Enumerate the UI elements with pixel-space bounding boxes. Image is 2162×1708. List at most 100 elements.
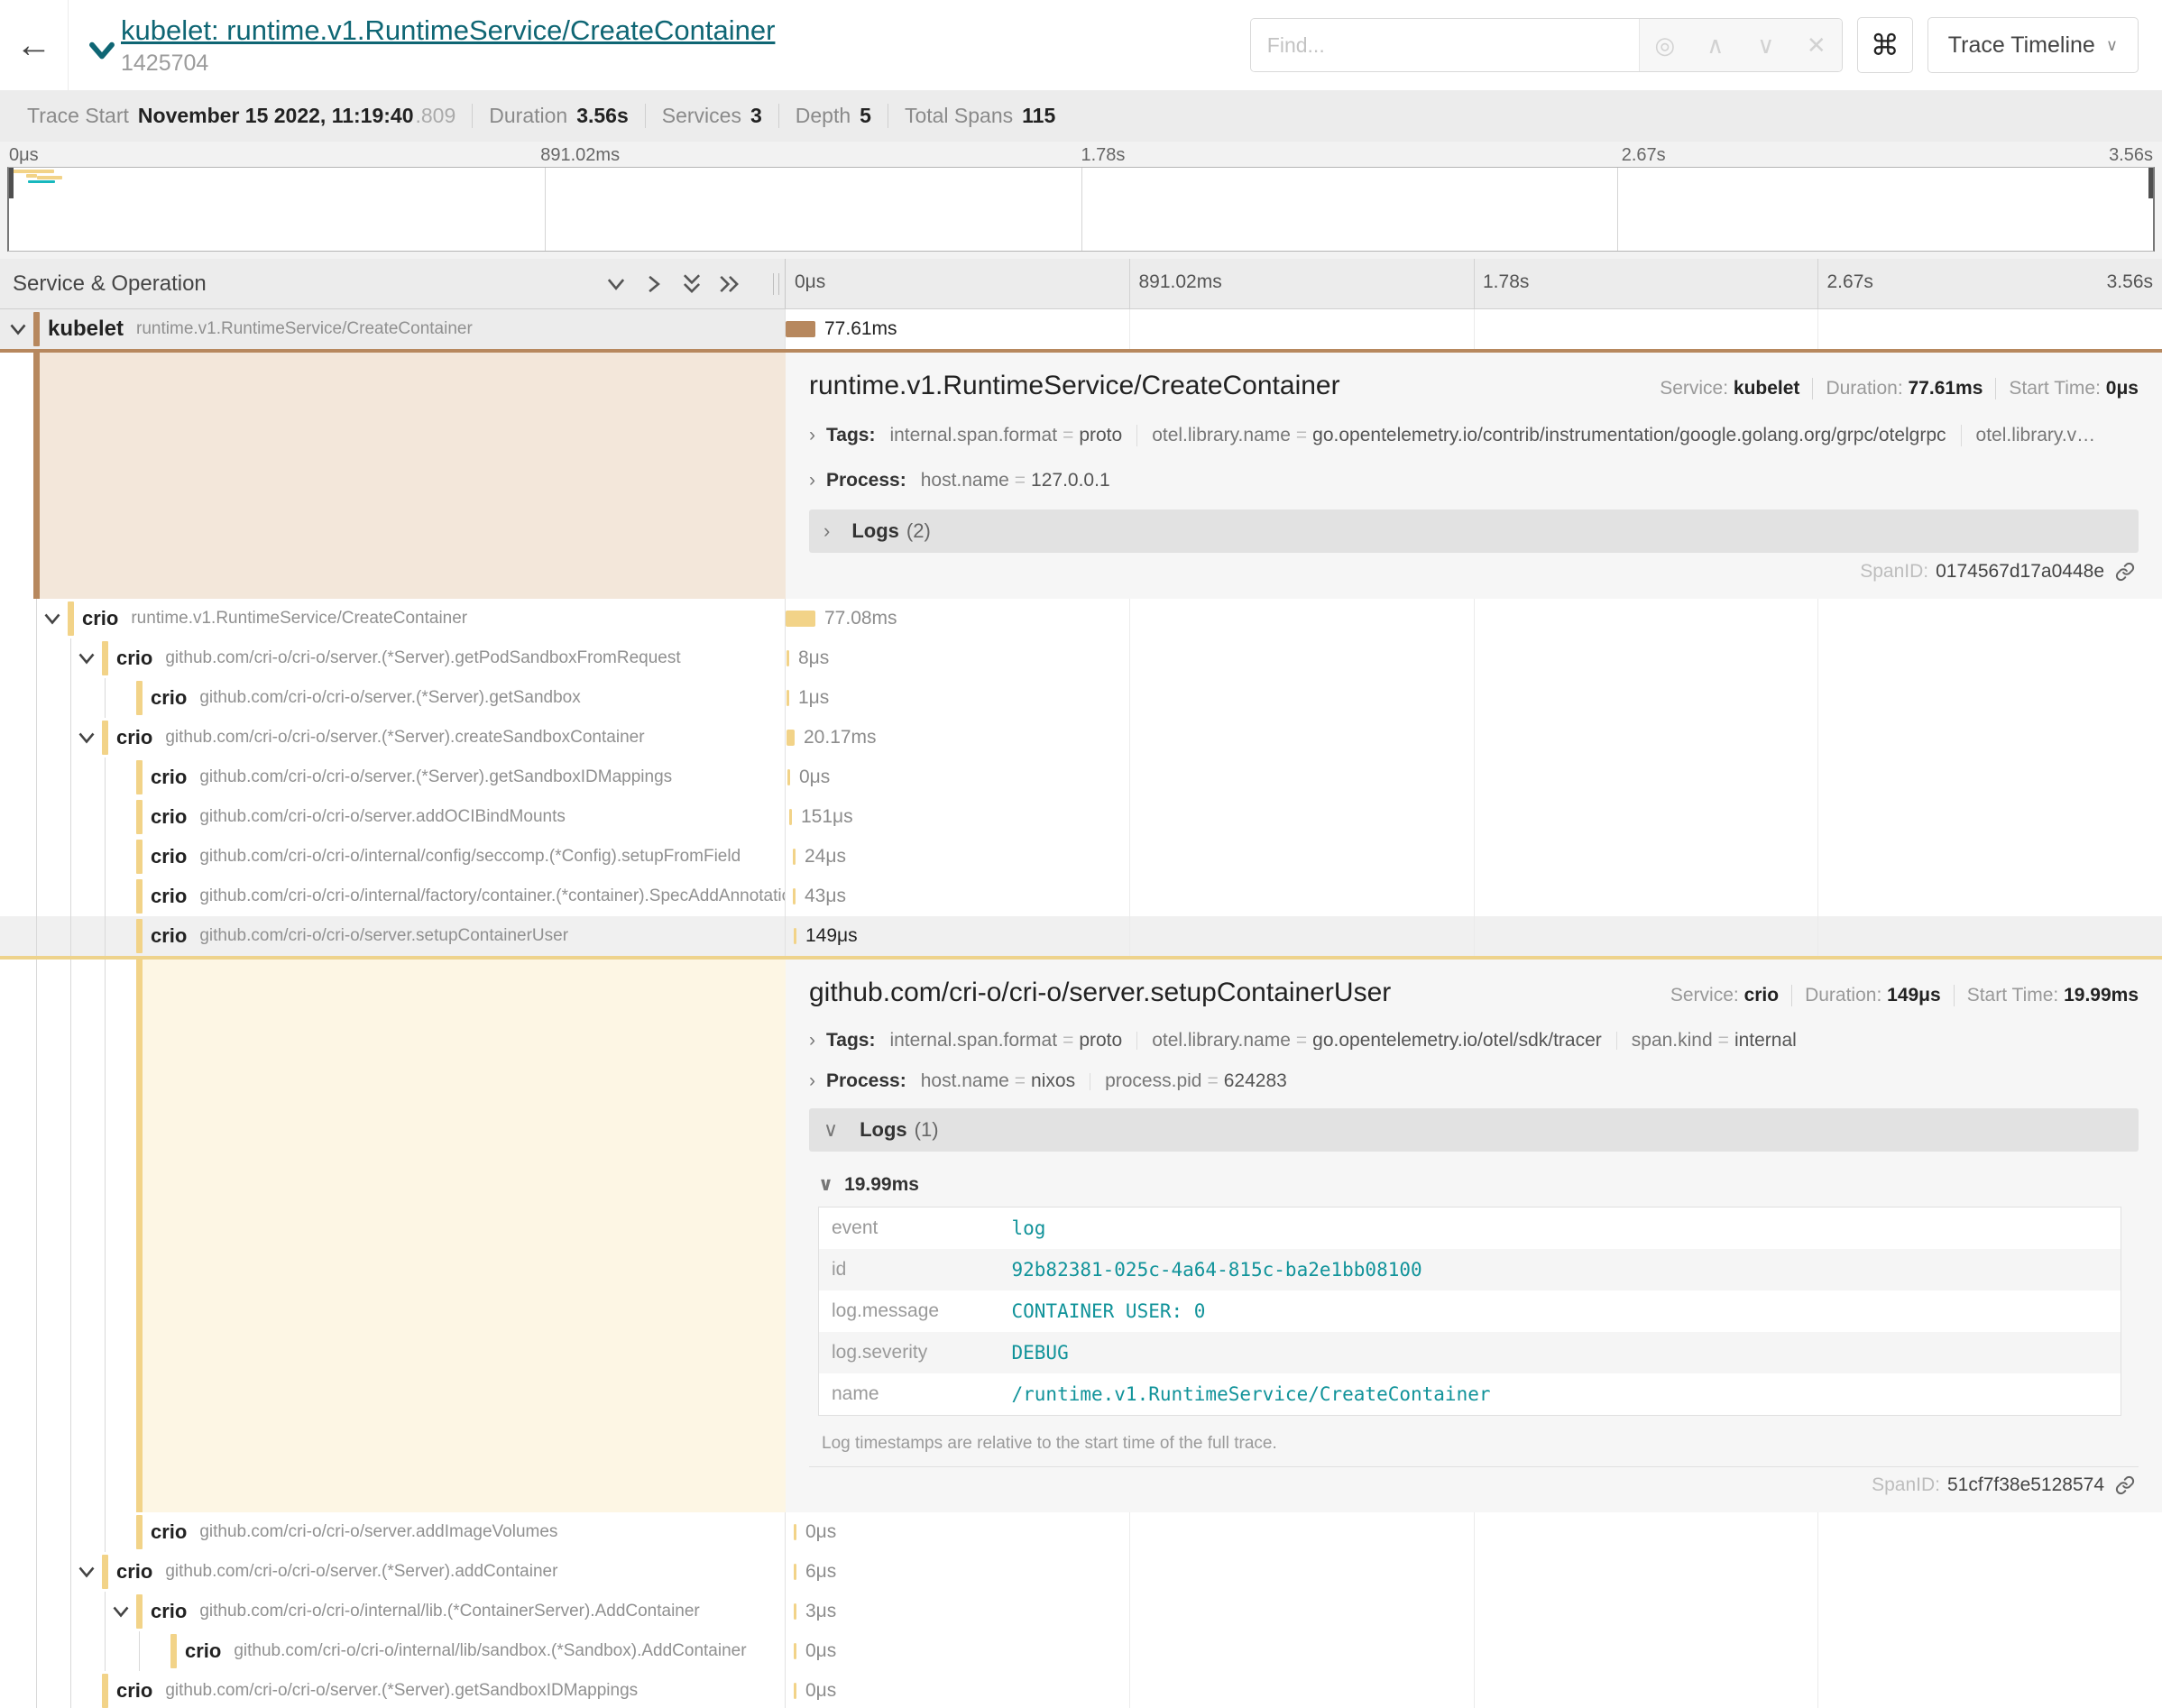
logs-toggle[interactable]: › Logs (2) [809,510,2139,553]
span-row[interactable]: crio github.com/cri-o/cri-o/server.(*Ser… [0,638,2162,678]
span-row[interactable]: crio github.com/cri-o/cri-o/server.(*Ser… [0,718,2162,758]
tree-guide-line [70,1631,71,1671]
span-row[interactable]: crio github.com/cri-o/cri-o/server.(*Ser… [0,1671,2162,1708]
span-row-name-cell: crio github.com/cri-o/cri-o/server.(*Ser… [0,678,786,718]
service-color-bar [136,919,143,953]
expand-chevron-icon[interactable] [42,611,64,627]
clear-search-icon[interactable]: ✕ [1791,19,1842,71]
span-row-timeline-cell[interactable]: 1μs [786,678,2162,718]
service-color-bar [102,1555,108,1589]
span-row[interactable]: crio github.com/cri-o/cri-o/server.addOC… [0,797,2162,837]
trace-title-link[interactable]: kubelet: runtime.v1.RuntimeService/Creat… [121,14,775,47]
minimap-left-scrubber[interactable] [9,168,14,198]
minimap-gridline [1617,168,1618,251]
span-row[interactable]: crio github.com/cri-o/cri-o/internal/lib… [0,1631,2162,1671]
span-duration-label: 77.08ms [824,608,897,629]
minimap-canvas[interactable] [7,167,2155,252]
find-input[interactable] [1251,19,1639,71]
expand-chevron-icon[interactable] [111,1603,133,1620]
back-button[interactable]: ← [0,0,69,90]
tree-guide-line [36,797,37,837]
span-row-name-cell: crio github.com/cri-o/cri-o/server.addIm… [0,1512,786,1552]
span-row-timeline-cell[interactable]: 151μs [786,797,2162,837]
tags-row[interactable]: › Tags: internal.span.format=proto otel.… [809,1032,2139,1050]
span-row[interactable]: crio github.com/cri-o/cri-o/internal/con… [0,837,2162,877]
previous-match-icon[interactable]: ∧ [1690,19,1741,71]
log-entry-toggle[interactable]: ∨ 19.99ms [818,1173,2135,1196]
process-row[interactable]: › Process: host.name=nixos process.pid=6… [809,1073,2139,1091]
span-row[interactable]: crio github.com/cri-o/cri-o/server.setup… [0,916,2162,956]
tags-row[interactable]: › Tags: internal.span.format=proto otel.… [809,425,2139,446]
log-field-row: id92b82381-025c-4a64-815c-ba2e1bb08100 [819,1249,2121,1290]
span-row-timeline-cell[interactable]: 0μs [786,1631,2162,1671]
span-row[interactable]: crio github.com/cri-o/cri-o/server.(*Ser… [0,1552,2162,1592]
tree-guide-line [36,758,37,797]
tree-guide-line [105,1631,106,1671]
span-row-timeline-cell[interactable]: 0μs [786,1671,2162,1708]
expand-chevron-icon[interactable] [77,730,98,746]
process-row[interactable]: › Process: host.name=127.0.0.1 [809,470,2139,491]
focus-match-icon[interactable]: ◎ [1640,19,1690,71]
service-name: crio [116,1560,152,1584]
span-row-timeline-cell[interactable]: 77.61ms [786,309,2162,349]
expand-chevron-icon[interactable] [8,321,30,337]
expand-all-icon[interactable] [718,269,749,299]
minimap-span [9,170,54,173]
span-row[interactable]: crio runtime.v1.RuntimeService/CreateCon… [0,599,2162,638]
tree-guide-line [70,678,71,718]
operation-name: github.com/cri-o/cri-o/server.(*Server).… [199,767,672,787]
find-group: ◎ ∧ ∨ ✕ [1250,18,1843,72]
span-row-timeline-cell[interactable]: 20.17ms [786,718,2162,758]
deep-link-icon[interactable] [2115,562,2135,582]
tree-guide-line [36,1631,37,1671]
span-row[interactable]: crio github.com/cri-o/cri-o/server.(*Ser… [0,678,2162,718]
chevron-right-icon: › [823,519,830,543]
span-row-timeline-cell[interactable]: 77.08ms [786,599,2162,638]
tree-guide-line [36,877,37,916]
span-row[interactable]: kubelet runtime.v1.RuntimeService/Create… [0,309,2162,349]
minimap-right-scrubber[interactable] [2148,168,2153,198]
span-row-name-cell: crio github.com/cri-o/cri-o/internal/lib… [0,1592,786,1631]
span-row-timeline-cell[interactable]: 3μs [786,1592,2162,1631]
span-id-row: SpanID: 0174567d17a0448e [809,554,2139,588]
column-resize-grip[interactable] [773,273,779,295]
span-row[interactable]: crio github.com/cri-o/cri-o/internal/lib… [0,1592,2162,1631]
span-row[interactable]: crio github.com/cri-o/cri-o/server.addIm… [0,1512,2162,1552]
span-detail-title: github.com/cri-o/cri-o/server.setupConta… [809,978,1391,1008]
span-row[interactable]: crio github.com/cri-o/cri-o/internal/fac… [0,877,2162,916]
collapse-all-icon[interactable] [680,269,711,299]
trace-view-selector[interactable]: Trace Timeline ∨ [1927,17,2139,73]
span-row-timeline-cell[interactable]: 6μs [786,1552,2162,1592]
trace-duration: Duration3.56s [472,104,645,128]
tree-guide-line [36,1671,37,1708]
keyboard-shortcuts-button[interactable]: ⌘ [1857,17,1913,73]
trace-start: Trace Start November 15 2022, 11:19:40.8… [11,104,472,128]
span-row-timeline-cell[interactable]: 0μs [786,758,2162,797]
span-row-timeline-cell[interactable]: 24μs [786,837,2162,877]
deep-link-icon[interactable] [2115,1475,2135,1495]
span-table-header: Service & Operation 0μs 891.02ms 1.78s 2… [0,259,2162,309]
service-color-bar [68,601,74,636]
span-bar [789,809,792,825]
expand-chevron-icon[interactable] [77,650,98,666]
span-row-timeline-cell[interactable]: 0μs [786,1512,2162,1552]
span-row[interactable]: crio github.com/cri-o/cri-o/server.(*Ser… [0,758,2162,797]
expand-chevron-icon[interactable] [77,1564,98,1580]
span-row-timeline-cell[interactable]: 149μs [786,916,2162,956]
span-rows-group: kubelet runtime.v1.RuntimeService/Create… [0,309,2162,349]
span-row-timeline-cell[interactable]: 8μs [786,638,2162,678]
span-duration-label: 6μs [805,1561,836,1583]
collapse-trace-chevron-icon[interactable] [88,41,115,61]
operation-name: github.com/cri-o/cri-o/server.(*Server).… [165,648,680,668]
service-color-bar [170,1634,177,1668]
span-row-timeline-cell[interactable]: 43μs [786,877,2162,916]
expand-one-icon[interactable] [642,269,673,299]
span-rows-group: crio github.com/cri-o/cri-o/server.addIm… [0,1512,2162,1708]
logs-section: ∨ Logs (1) ∨ 19.99ms eventlog id92b82381… [809,1090,2139,1467]
span-bar [793,888,796,905]
collapse-one-icon[interactable] [604,269,635,299]
logs-toggle[interactable]: ∨ Logs (1) [809,1108,2139,1152]
span-row-name-cell: crio github.com/cri-o/cri-o/server.(*Ser… [0,718,786,758]
operation-name: github.com/cri-o/cri-o/server.(*Server).… [165,1562,557,1582]
next-match-icon[interactable]: ∨ [1741,19,1791,71]
